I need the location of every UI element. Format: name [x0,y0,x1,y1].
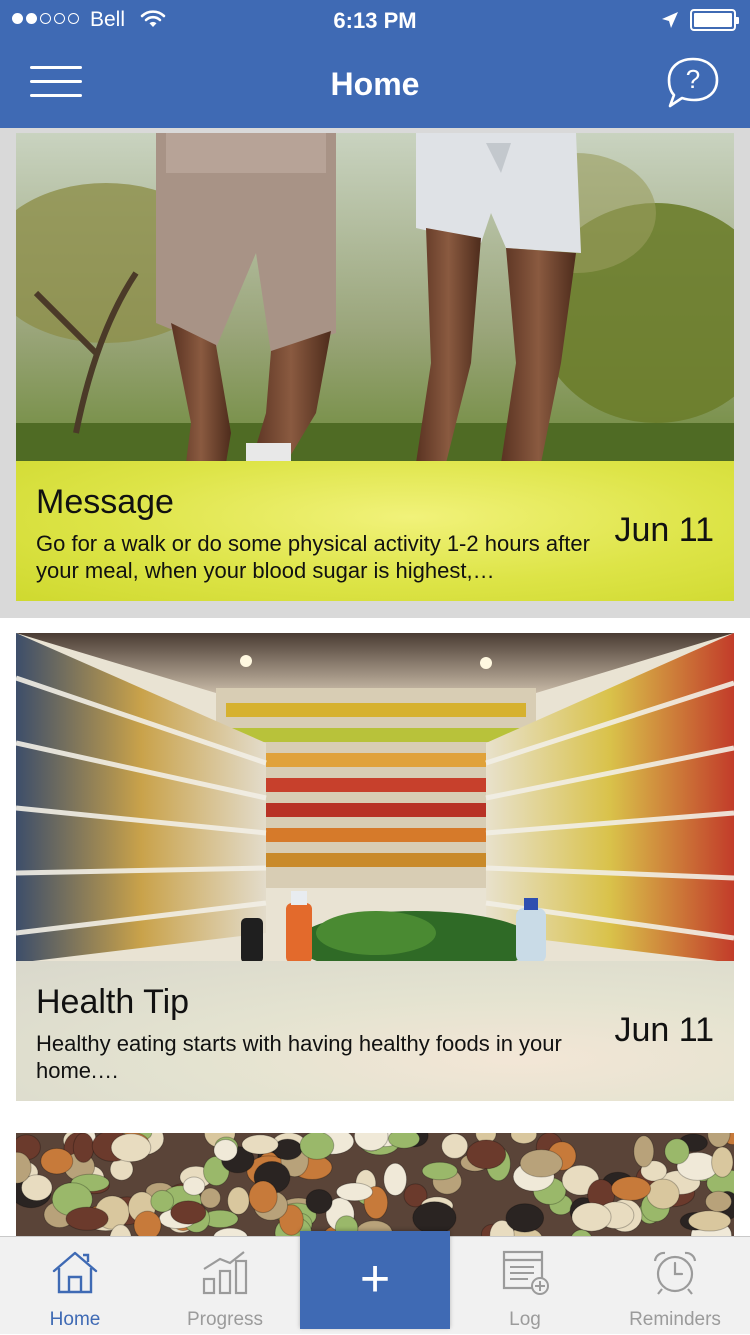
card-title: Health Tip [36,983,190,1021]
beans-card[interactable] [16,1133,734,1236]
battery-icon [690,9,739,31]
tab-label: Log [509,1309,541,1330]
message-caption: Message Go for a walk or do some physica… [16,461,734,601]
tab-progress[interactable]: Progress [150,1237,300,1335]
log-add-icon [502,1250,549,1295]
card-body: Healthy eating starts with having health… [36,1031,562,1083]
grocery-aisle-photo [16,633,734,963]
card-title: Message [36,483,174,521]
tab-label: Reminders [629,1309,721,1330]
card-date: Jun 11 [614,1011,714,1049]
help-chat-icon[interactable]: ? [664,55,722,111]
people-running-photo [16,133,734,463]
tab-home[interactable]: Home [0,1237,150,1335]
add-entry-button[interactable]: + [300,1231,450,1329]
location-arrow-icon [662,12,678,28]
svg-text:?: ? [686,64,700,94]
card-date: Jun 11 [614,511,714,549]
health-tip-card[interactable]: Health Tip Healthy eating starts with ha… [16,633,734,1101]
home-icon [52,1251,98,1294]
tab-reminders[interactable]: Reminders [600,1237,750,1335]
card-body: Go for a walk or do some physical activi… [36,531,590,583]
status-time: 6:13 PM [333,8,417,33]
health-tip-caption: Health Tip Healthy eating starts with ha… [16,961,734,1101]
alarm-clock-icon [653,1251,697,1295]
tab-log[interactable]: Log [450,1237,600,1335]
tab-label: Home [49,1309,101,1330]
bar-chart-icon [202,1251,248,1295]
plus-icon: + [359,1250,391,1308]
home-feed[interactable]: Message Go for a walk or do some physica… [0,128,750,1236]
status-bar: Bell 6:13 PM [0,0,750,40]
tab-label: Progress [186,1309,264,1330]
page-title: Home [330,66,420,102]
beans-legumes-photo [16,1133,734,1236]
top-bar: Bell 6:13 PM Home ? [0,0,750,128]
message-card[interactable]: Message Go for a walk or do some physica… [16,133,734,601]
